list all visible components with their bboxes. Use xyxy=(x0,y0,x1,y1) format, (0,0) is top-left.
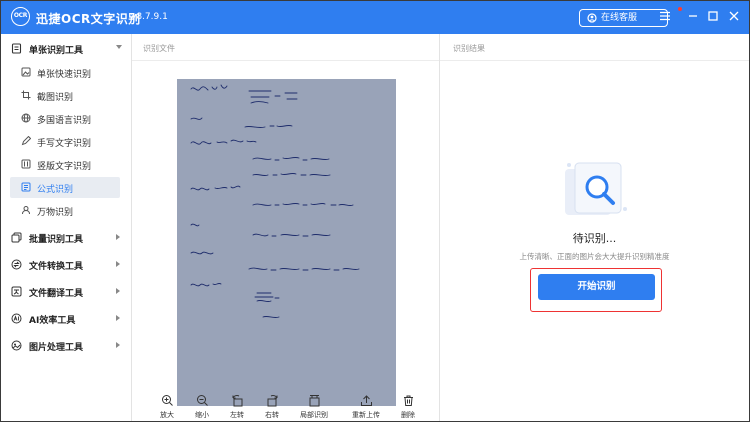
notification-dot xyxy=(678,7,682,11)
result-panel-title: 识别结果 xyxy=(453,44,485,53)
chevron-right-icon xyxy=(116,261,120,267)
sidebar-group-single[interactable]: 单张识别工具 xyxy=(1,38,132,60)
sidebar-item-vertical[interactable]: 竖版文字识别 xyxy=(10,154,120,175)
reupload-label: 重新上传 xyxy=(352,411,380,419)
rotate-right-button[interactable]: 右转 xyxy=(257,391,287,421)
sidebar-item-screenshot[interactable]: 截图识别 xyxy=(10,85,120,106)
partial-recognize-label: 局部识别 xyxy=(300,411,328,419)
panel-divider xyxy=(132,60,439,61)
close-icon[interactable] xyxy=(727,9,741,23)
file-panel-title: 识别文件 xyxy=(143,44,175,53)
waiting-status: 待识别... xyxy=(572,232,617,245)
sidebar-item-handwriting[interactable]: 手写文字识别 xyxy=(10,131,120,152)
app-title: 迅捷OCR文字识别 xyxy=(36,12,141,26)
object-icon xyxy=(22,206,30,215)
online-service-button[interactable]: 在线客服 xyxy=(579,9,668,27)
sidebar-item-label: 多国语言识别 xyxy=(37,116,92,126)
uploaded-document-image xyxy=(177,79,396,406)
sidebar-item-label: 公式识别 xyxy=(37,185,74,195)
zoom-in-button[interactable]: 放大 xyxy=(152,391,182,421)
rotate-left-icon xyxy=(232,395,242,407)
sidebar-group-image[interactable]: 图片处理工具 xyxy=(1,335,132,357)
batch-icon xyxy=(11,232,22,243)
sidebar-group-label: 单张识别工具 xyxy=(29,46,84,56)
app-window: OCR 迅捷OCR文字识别 v8.7.9.1 在线客服 单张识别工具 单张快速识… xyxy=(0,0,750,422)
upload-icon xyxy=(360,395,372,406)
globe-icon xyxy=(21,113,31,123)
trash-icon xyxy=(403,395,413,406)
sidebar-group-label: 文件转换工具 xyxy=(29,262,84,272)
upload-hint: 上传清晰、正面的图片会大大提升识别精准度 xyxy=(519,252,670,261)
ai-icon xyxy=(11,313,22,324)
crop-icon xyxy=(309,395,319,407)
waiting-illustration-icon xyxy=(565,162,627,215)
single-recognize-icon xyxy=(11,43,22,54)
sidebar-item-label: 竖版文字识别 xyxy=(37,162,92,172)
sidebar-group-batch[interactable]: 批量识别工具 xyxy=(1,227,132,249)
chevron-right-icon xyxy=(116,234,120,240)
chevron-right-icon xyxy=(116,342,120,348)
reupload-button[interactable]: 重新上传 xyxy=(349,391,383,421)
screenshot-icon xyxy=(21,90,31,100)
pen-icon xyxy=(21,136,31,146)
convert-icon xyxy=(11,259,22,270)
sidebar-group-ai[interactable]: AI效率工具 xyxy=(1,308,132,330)
panel-divider xyxy=(440,60,749,61)
sidebar-item-formula[interactable]: 公式识别 xyxy=(10,177,120,198)
menu-icon[interactable] xyxy=(658,9,672,23)
sidebar-item-object[interactable]: 万物识别 xyxy=(10,200,120,221)
sidebar-item-label: 单张快速识别 xyxy=(37,70,92,80)
headset-icon xyxy=(587,13,597,23)
sidebar-group-label: 图片处理工具 xyxy=(29,343,84,353)
image-toolbar: 放大 缩小 左转 右转 局部识别 重新上传 删除 xyxy=(132,391,439,421)
image-tool-icon xyxy=(11,340,22,351)
rotate-left-label: 左转 xyxy=(230,411,244,419)
delete-button[interactable]: 删除 xyxy=(393,391,423,421)
file-panel: 识别文件 放大 缩小 左转 右转 局部识别 重新上传 删除 xyxy=(132,34,439,421)
sidebar-item-label: 手写文字识别 xyxy=(37,139,92,149)
sidebar-item-label: 万物识别 xyxy=(37,208,74,218)
result-panel: 识别结果 待识别... 上传清晰、正面的图片会大大提升识别精准度 开始识别 xyxy=(440,34,749,421)
ocr-logo-icon: OCR xyxy=(11,7,30,26)
sidebar-group-label: 批量识别工具 xyxy=(29,235,84,245)
chevron-right-icon xyxy=(116,288,120,294)
online-service-label: 在线客服 xyxy=(601,13,638,23)
translate-icon xyxy=(11,286,22,297)
rotate-right-label: 右转 xyxy=(265,411,279,419)
rotate-left-button[interactable]: 左转 xyxy=(222,391,252,421)
version-label: v8.7.9.1 xyxy=(131,12,168,22)
zoom-in-icon xyxy=(161,395,173,406)
zoom-out-button[interactable]: 缩小 xyxy=(187,391,217,421)
handwritten-formula-image xyxy=(177,79,396,406)
minimize-icon[interactable] xyxy=(686,9,700,23)
title-bar: OCR 迅捷OCR文字识别 v8.7.9.1 在线客服 xyxy=(1,1,749,34)
delete-label: 删除 xyxy=(401,411,415,419)
chevron-right-icon xyxy=(116,315,120,321)
sidebar-group-convert[interactable]: 文件转换工具 xyxy=(1,254,132,276)
chevron-down-icon xyxy=(116,45,122,49)
zoom-out-label: 缩小 xyxy=(195,411,209,419)
sidebar-item-multilang[interactable]: 多国语言识别 xyxy=(10,108,120,129)
partial-recognize-button[interactable]: 局部识别 xyxy=(297,391,331,421)
sidebar-item-label: 截图识别 xyxy=(37,93,74,103)
maximize-icon[interactable] xyxy=(706,9,720,23)
formula-icon xyxy=(21,182,31,192)
sidebar-group-translate[interactable]: 文件翻译工具 xyxy=(1,281,132,303)
sidebar-group-label: 文件翻译工具 xyxy=(29,289,84,299)
rotate-right-icon xyxy=(267,395,277,407)
start-recognize-button[interactable]: 开始识别 xyxy=(538,274,655,300)
zoom-in-label: 放大 xyxy=(160,411,174,419)
image-icon xyxy=(21,67,31,77)
vertical-text-icon xyxy=(21,159,31,169)
sidebar-group-label: AI效率工具 xyxy=(29,316,76,326)
sidebar: 单张识别工具 单张快速识别 截图识别 多国语言识别 手写文字识别 竖版文字识别 … xyxy=(1,34,132,421)
sidebar-item-quick[interactable]: 单张快速识别 xyxy=(10,62,120,83)
zoom-out-icon xyxy=(196,395,208,406)
